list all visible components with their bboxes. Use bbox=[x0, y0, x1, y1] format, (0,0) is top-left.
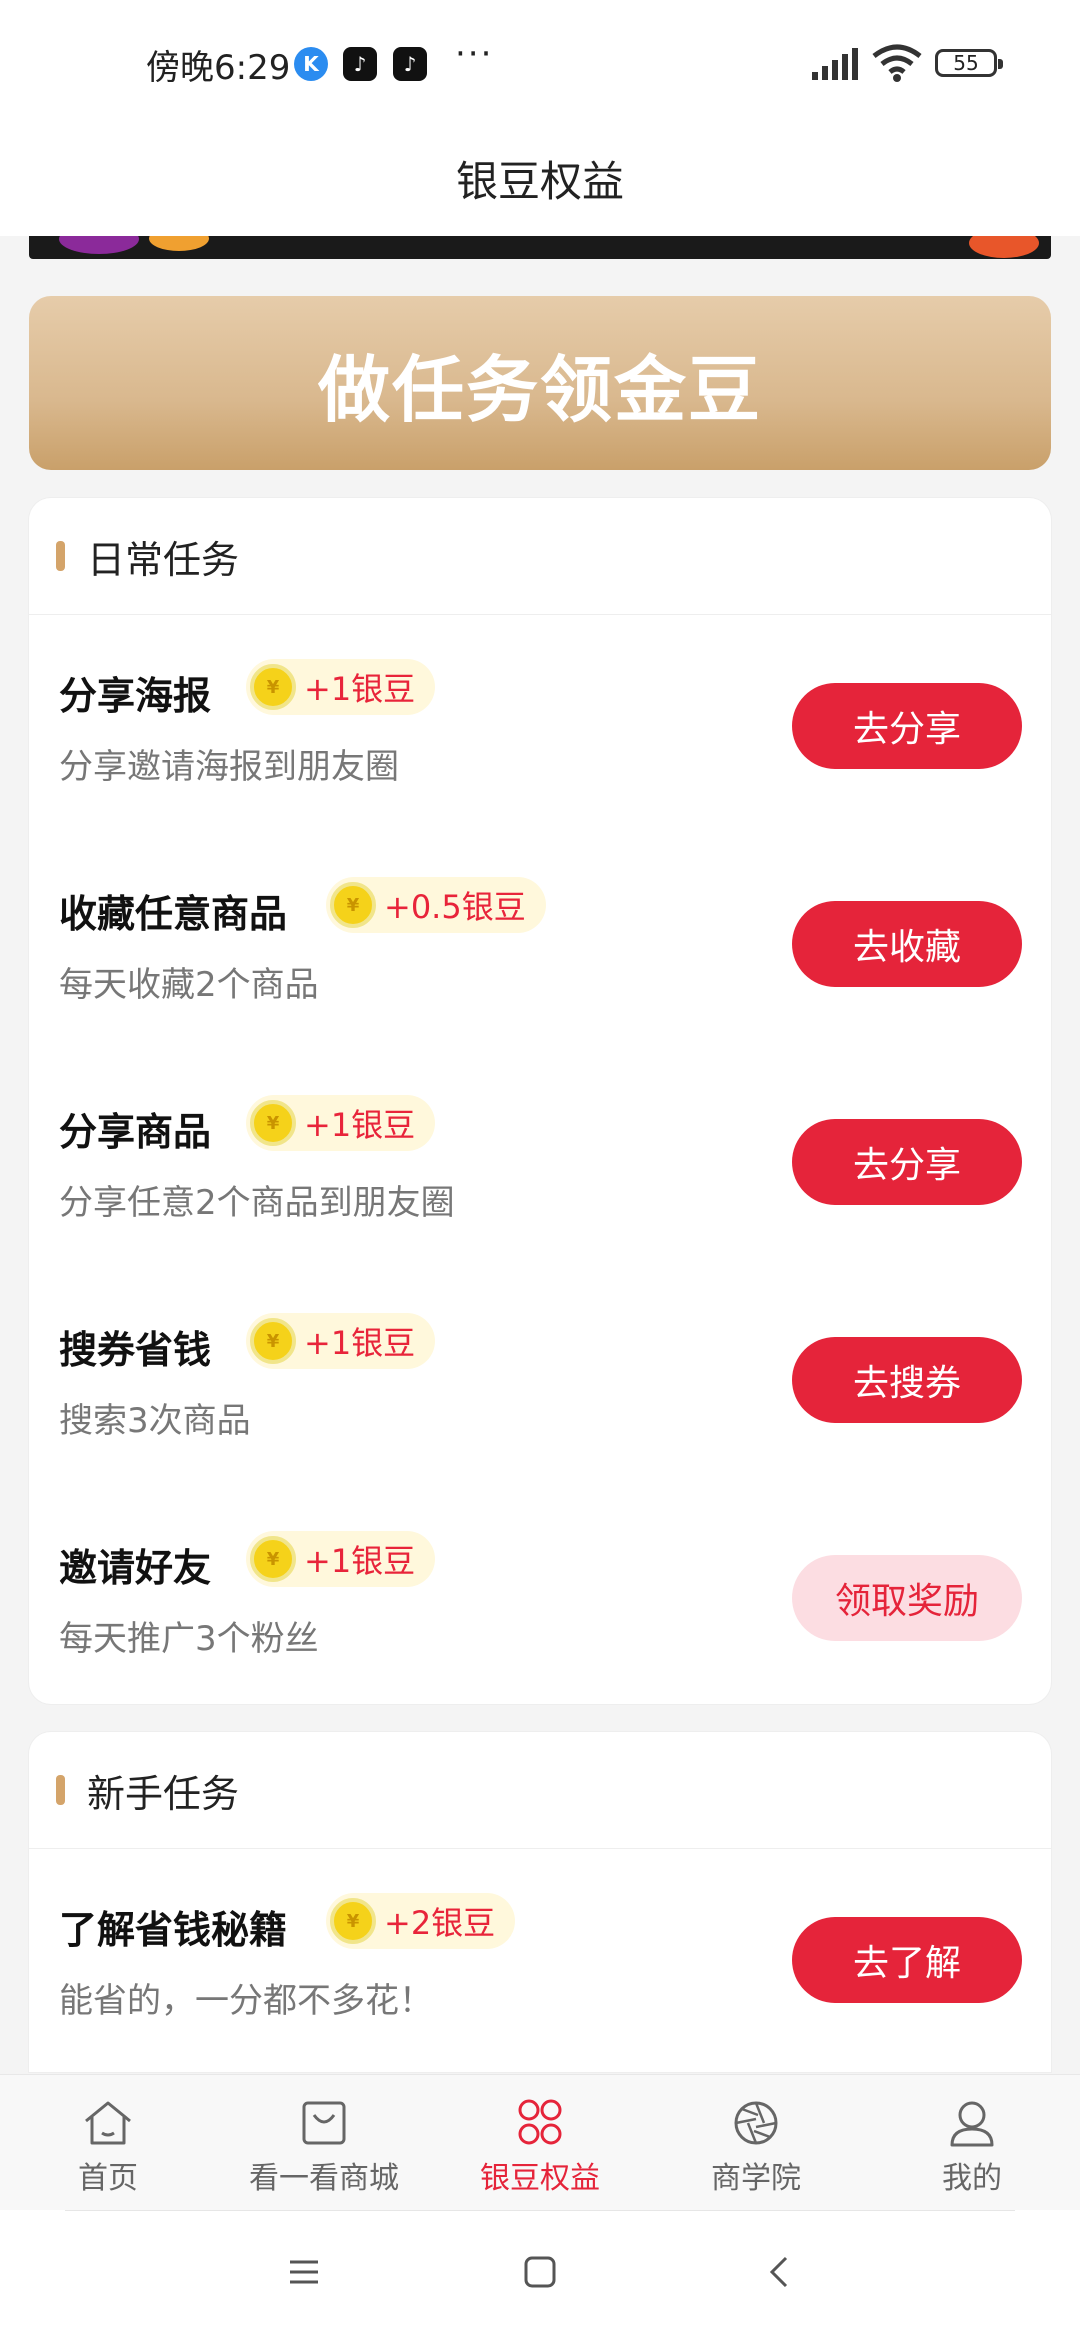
page-title: 银豆权益 bbox=[455, 156, 624, 206]
reward-badge: ¥ +1银豆 bbox=[246, 659, 436, 715]
learn-more-button[interactable]: 去了解 bbox=[792, 1917, 1022, 2003]
reward-text: +1银豆 bbox=[304, 670, 416, 708]
task-name: 了解省钱秘籍 bbox=[59, 1908, 288, 1952]
task-description: 分享任意2个商品到朋友圈 bbox=[59, 1183, 455, 1223]
reward-text: +1银豆 bbox=[304, 1324, 416, 1362]
kuaishou-icon: K bbox=[294, 47, 328, 81]
tab-profile[interactable]: 我的 bbox=[864, 2075, 1080, 2211]
tab-silver-bean[interactable]: 银豆权益 bbox=[432, 2075, 648, 2211]
wifi-icon bbox=[872, 44, 922, 82]
task-description: 搜索3次商品 bbox=[59, 1401, 251, 1441]
reward-text: +1银豆 bbox=[304, 1106, 416, 1144]
task-name: 搜券省钱 bbox=[59, 1328, 212, 1372]
reward-badge: ¥ +1银豆 bbox=[246, 1313, 436, 1369]
tab-label: 首页 bbox=[78, 2161, 138, 2196]
tab-label: 我的 bbox=[942, 2161, 1002, 2196]
section-marker bbox=[56, 1775, 65, 1805]
section-header: 日常任务 bbox=[29, 498, 1051, 615]
tab-mall[interactable]: 看一看商城 bbox=[216, 2075, 432, 2211]
coin-icon: ¥ bbox=[330, 882, 376, 928]
favorite-button[interactable]: 去收藏 bbox=[792, 901, 1022, 987]
section-marker bbox=[56, 541, 65, 571]
newbie-tasks-section: 新手任务 了解省钱秘籍 ¥ +2银豆 能省的，一分都不多花！ 去了解 bbox=[29, 1732, 1051, 2072]
section-title: 日常任务 bbox=[87, 537, 240, 582]
reward-text: +1银豆 bbox=[304, 1542, 416, 1580]
task-banner-title: 做任务领金豆 bbox=[317, 347, 762, 432]
banner-decoration bbox=[969, 236, 1039, 258]
task-row: 收藏任意商品 ¥ +0.5银豆 每天收藏2个商品 去收藏 bbox=[29, 833, 1051, 1051]
tab-label: 银豆权益 bbox=[480, 2161, 600, 2196]
battery-indicator: 55 bbox=[935, 49, 1003, 77]
task-banner: 做任务领金豆 bbox=[29, 296, 1051, 470]
home-icon bbox=[85, 2101, 131, 2145]
menu-icon[interactable] bbox=[286, 2254, 322, 2290]
coin-icon: ¥ bbox=[250, 1100, 296, 1146]
system-navigation-bar bbox=[0, 2210, 1080, 2340]
coin-icon: ¥ bbox=[330, 1898, 376, 1944]
task-description: 每天收藏2个商品 bbox=[59, 965, 319, 1005]
banner-decoration bbox=[59, 236, 139, 254]
daily-tasks-section: 日常任务 分享海报 ¥ +1银豆 分享邀请海报到朋友圈 去分享 收藏任意商品 ¥… bbox=[29, 498, 1051, 1704]
signal-icon bbox=[812, 48, 858, 80]
shopping-bag-icon bbox=[302, 2101, 346, 2145]
status-bar: 傍晚6:29 K ♪ ♪ ··· 55 bbox=[0, 0, 1080, 120]
tab-home[interactable]: 首页 bbox=[0, 2075, 216, 2211]
task-row: 搜券省钱 ¥ +1银豆 搜索3次商品 去搜券 bbox=[29, 1269, 1051, 1487]
bottom-tab-bar: 首页 看一看商城 银豆权益 商学院 我的 bbox=[0, 2074, 1080, 2211]
share-poster-button[interactable]: 去分享 bbox=[792, 683, 1022, 769]
coin-icon: ¥ bbox=[250, 664, 296, 710]
clover-icon bbox=[518, 2099, 562, 2145]
tiktok-icon: ♪ bbox=[393, 47, 427, 81]
aperture-icon bbox=[734, 2101, 778, 2145]
divider bbox=[65, 2210, 1015, 2211]
reward-badge: ¥ +0.5银豆 bbox=[326, 877, 546, 933]
task-row: 分享海报 ¥ +1银豆 分享邀请海报到朋友圈 去分享 bbox=[29, 615, 1051, 833]
reward-text: +0.5银豆 bbox=[384, 888, 526, 926]
claim-reward-button[interactable]: 领取奖励 bbox=[792, 1555, 1022, 1641]
task-row: 邀请好友 ¥ +1银豆 每天推广3个粉丝 领取奖励 bbox=[29, 1487, 1051, 1705]
task-row: 分享商品 ¥ +1银豆 分享任意2个商品到朋友圈 去分享 bbox=[29, 1051, 1051, 1269]
user-icon bbox=[950, 2101, 994, 2147]
share-product-button[interactable]: 去分享 bbox=[792, 1119, 1022, 1205]
back-icon[interactable] bbox=[762, 2254, 798, 2290]
task-description: 能省的，一分都不多花！ bbox=[59, 1981, 433, 2021]
status-time: 傍晚6:29 bbox=[146, 48, 291, 88]
coin-icon: ¥ bbox=[250, 1318, 296, 1364]
section-header: 新手任务 bbox=[29, 1732, 1051, 1849]
coin-icon: ¥ bbox=[250, 1536, 296, 1582]
task-name: 收藏任意商品 bbox=[59, 892, 288, 936]
banner-decoration bbox=[149, 236, 209, 251]
banner-image[interactable] bbox=[29, 236, 1051, 259]
task-description: 分享邀请海报到朋友圈 bbox=[59, 747, 399, 787]
task-description: 每天推广3个粉丝 bbox=[59, 1619, 319, 1659]
page-header: 银豆权益 bbox=[0, 120, 1080, 236]
task-row: 了解省钱秘籍 ¥ +2银豆 能省的，一分都不多花！ 去了解 bbox=[29, 1849, 1051, 2067]
task-name: 分享海报 bbox=[59, 674, 212, 718]
tiktok-icon: ♪ bbox=[343, 47, 377, 81]
tab-label: 商学院 bbox=[711, 2161, 801, 2196]
reward-badge: ¥ +1银豆 bbox=[246, 1095, 436, 1151]
tab-label: 看一看商城 bbox=[249, 2161, 399, 2196]
home-square-icon[interactable] bbox=[522, 2254, 558, 2290]
more-notifications-icon: ··· bbox=[455, 34, 494, 74]
task-name: 邀请好友 bbox=[59, 1546, 212, 1590]
section-title: 新手任务 bbox=[87, 1771, 240, 1816]
reward-badge: ¥ +1银豆 bbox=[246, 1531, 436, 1587]
reward-badge: ¥ +2银豆 bbox=[326, 1893, 516, 1949]
task-name: 分享商品 bbox=[59, 1110, 212, 1154]
tab-business-school[interactable]: 商学院 bbox=[648, 2075, 864, 2211]
reward-text: +2银豆 bbox=[384, 1904, 496, 1942]
search-coupon-button[interactable]: 去搜券 bbox=[792, 1337, 1022, 1423]
